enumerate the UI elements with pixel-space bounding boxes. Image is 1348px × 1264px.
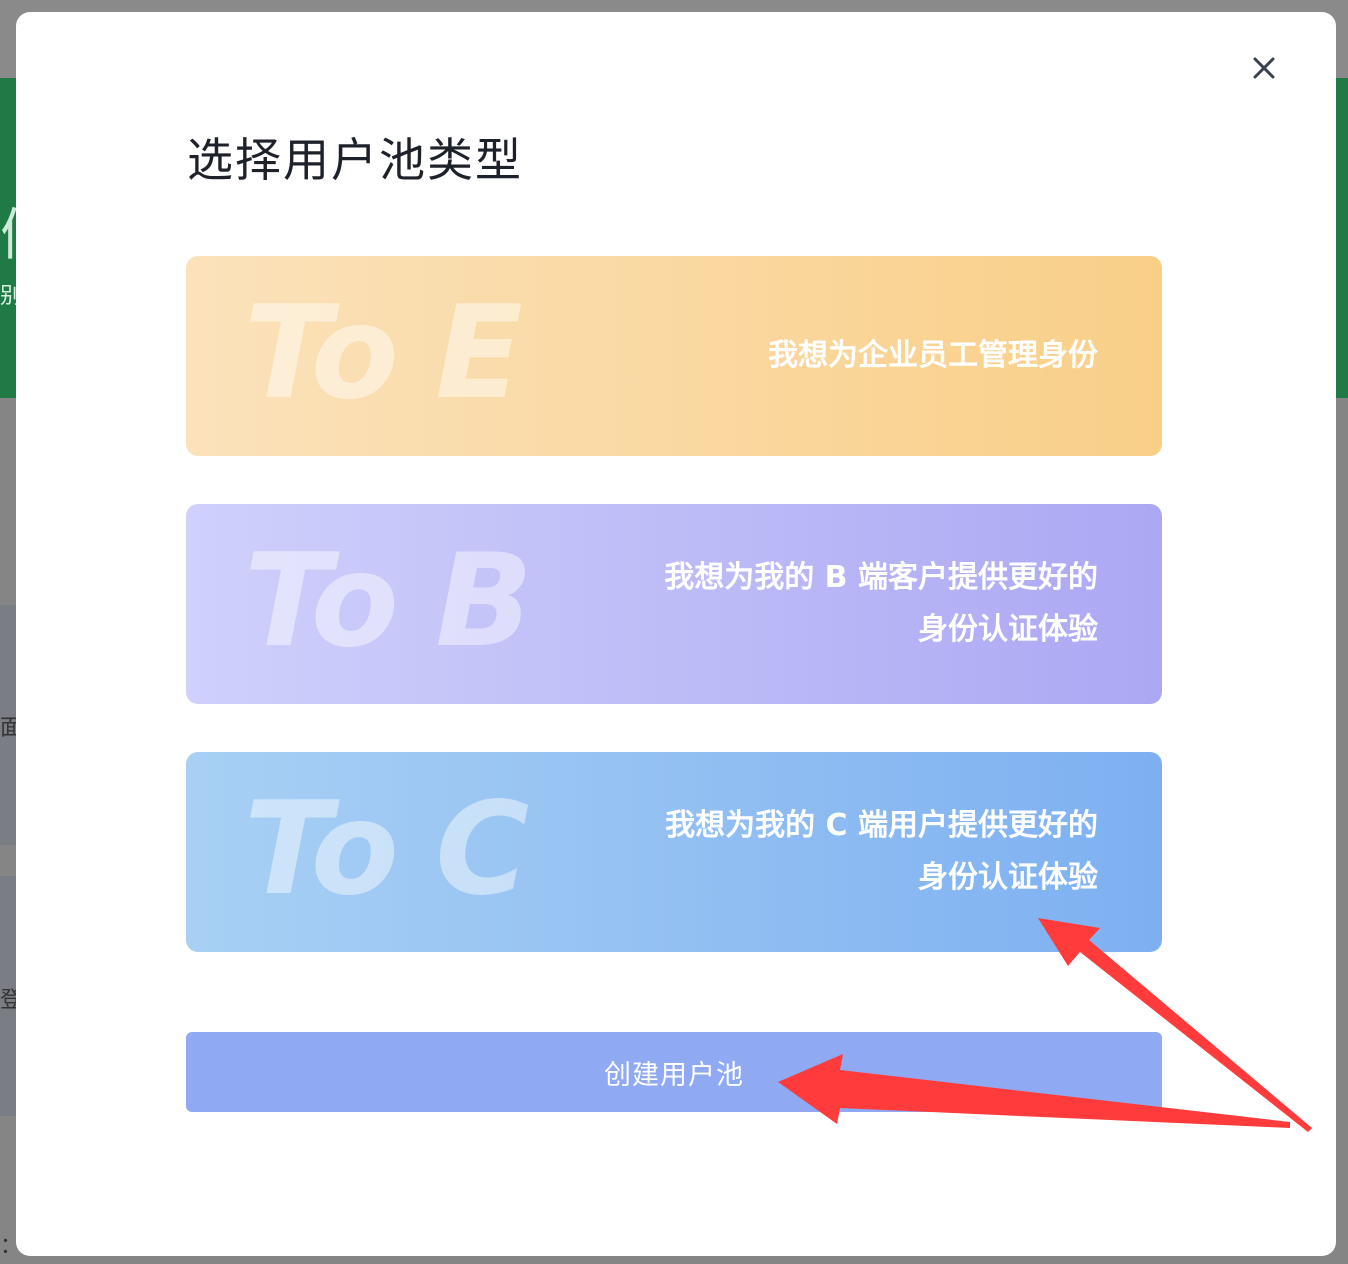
card-description-line: 我想为我的 C 端用户提供更好的: [665, 808, 1098, 843]
card-description: 我想为我的 C 端用户提供更好的 身份认证体验: [665, 752, 1098, 952]
background-text: 登: [0, 988, 16, 1013]
card-watermark: To C: [244, 775, 529, 924]
card-description: 我想为我的 B 端客户提供更好的 身份认证体验: [664, 504, 1098, 704]
card-description-line: 身份认证体验: [918, 612, 1098, 647]
card-watermark: To B: [244, 527, 533, 676]
background-text: 面: [0, 716, 16, 741]
dialog-title: 选择用户池类型: [187, 133, 523, 187]
close-button[interactable]: [1250, 54, 1278, 82]
background-text: 别: [0, 284, 16, 309]
card-description-line: 我想为我的 B 端客户提供更好的: [664, 560, 1098, 595]
user-pool-type-to-e[interactable]: To E 我想为企业员工管理身份: [186, 256, 1162, 456]
card-description-line: 我想为企业员工管理身份: [768, 338, 1098, 373]
close-icon: [1253, 57, 1275, 79]
background-text: ：: [0, 1228, 16, 1260]
card-description-line: 身份认证体验: [918, 860, 1098, 895]
create-user-pool-button[interactable]: 创建用户池: [186, 1032, 1162, 1112]
card-watermark: To E: [244, 279, 523, 428]
card-description: 我想为企业员工管理身份: [768, 256, 1098, 456]
user-pool-type-to-c[interactable]: To C 我想为我的 C 端用户提供更好的 身份认证体验: [186, 752, 1162, 952]
user-pool-type-to-b[interactable]: To B 我想为我的 B 端客户提供更好的 身份认证体验: [186, 504, 1162, 704]
background-text: 们: [0, 190, 16, 271]
select-user-pool-type-dialog: 选择用户池类型 To E 我想为企业员工管理身份 To B 我想为我的 B 端客…: [16, 12, 1336, 1256]
